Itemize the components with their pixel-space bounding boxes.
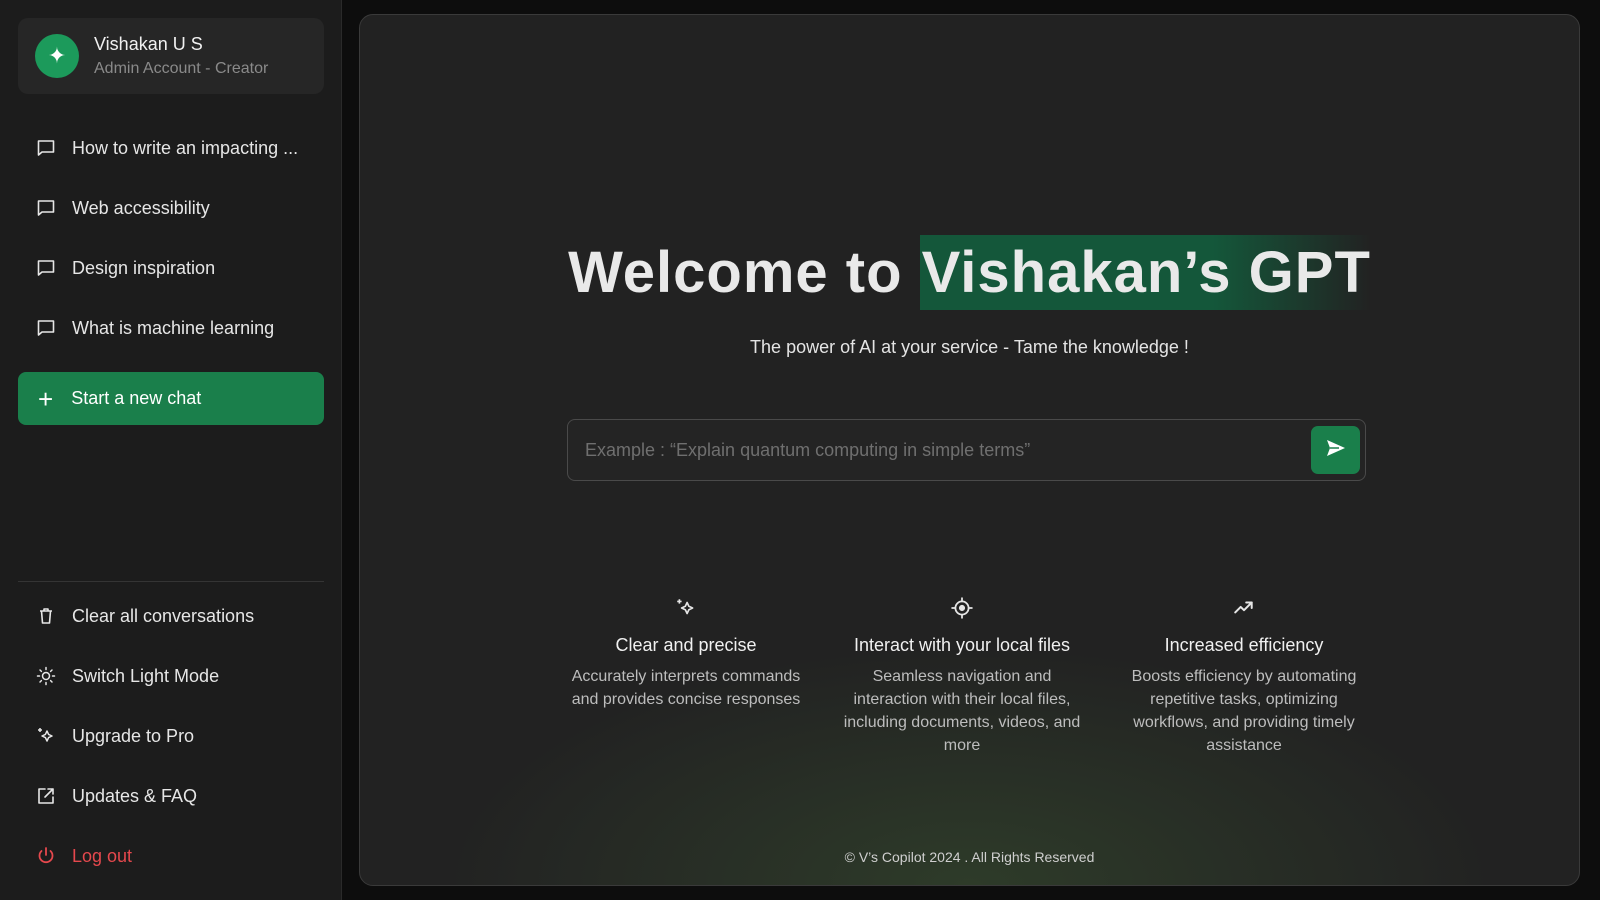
updates-faq-label: Updates & FAQ [72,785,198,806]
title-highlight: Vishakan’s GPT [919,235,1371,310]
profile-name: Vishakan U S [94,33,203,54]
switch-light-mode-button[interactable]: Switch Light Mode [18,654,324,698]
sparkle-icon: ✦ [47,43,67,68]
feature-card: Increased efficiency Boosts efficiency b… [1124,597,1364,757]
updates-faq-link[interactable]: Updates & FAQ [18,774,324,818]
profile-card[interactable]: ✦ Vishakan U S Admin Account - Creator [18,18,324,94]
history-item-label: Web accessibility [72,197,210,218]
trash-icon [36,606,56,626]
logout-label: Log out [72,845,133,866]
power-icon [36,846,56,866]
sun-icon [36,666,56,686]
clear-conversations-button[interactable]: Clear all conversations [18,594,324,638]
send-icon [1325,437,1347,464]
upgrade-pro-button[interactable]: Upgrade to Pro [18,714,324,758]
feature-description: Accurately interprets commands and provi… [571,668,801,708]
upgrade-pro-label: Upgrade to Pro [72,725,195,746]
sparkle-icon [36,726,56,746]
prompt-box [567,419,1366,481]
history-item-label: Design inspiration [72,257,216,278]
feature-title: Interact with your local files [853,635,1071,655]
new-chat-label: Start a new chat [71,388,202,408]
history-item[interactable]: Design inspiration [18,246,324,290]
footer-copyright: © V’s Copilot 2024 . All Rights Reserved [844,849,1095,865]
history-item[interactable]: How to write an impacting ... [18,126,324,170]
profile-text: Vishakan U S Admin Account - Creator [94,33,268,80]
chat-bubble-icon [36,318,56,338]
switch-light-mode-label: Switch Light Mode [72,665,220,686]
feature-description: Boosts efficiency by automating repetiti… [1131,668,1357,754]
chat-bubble-icon [36,138,56,158]
feature-card: Interact with your local files Seamless … [842,597,1082,757]
feature-title: Clear and precise [615,635,757,655]
send-button[interactable] [1311,426,1360,474]
prompt-input[interactable] [568,420,1288,480]
app-root: ✦ Vishakan U S Admin Account - Creator H… [0,0,1600,900]
page-subtitle: The power of AI at your service - Tame t… [750,337,1189,357]
external-link-icon [36,786,56,806]
new-chat-button[interactable]: + Start a new chat [18,372,324,425]
sparkle-icon [566,597,806,623]
plus-icon: + [38,383,54,414]
chat-bubble-icon [36,198,56,218]
feature-description: Seamless navigation and interaction with… [843,668,1081,754]
history-item-label: What is machine learning [72,317,275,338]
history-item-label: How to write an impacting ... [72,137,299,158]
main-panel: Welcome to Vishakan’s GPT The power of A… [359,14,1580,886]
history-item[interactable]: Web accessibility [18,186,324,230]
title-prefix: Welcome to [568,240,920,305]
sidebar: ✦ Vishakan U S Admin Account - Creator H… [0,0,342,900]
sidebar-divider [18,581,324,582]
history-item[interactable]: What is machine learning [18,306,324,350]
chat-bubble-icon [36,258,56,278]
avatar: ✦ [35,34,79,78]
trend-up-icon [1124,597,1364,623]
target-icon [842,597,1082,623]
feature-card: Clear and precise Accurately interprets … [566,597,806,711]
logout-button[interactable]: Log out [18,834,324,878]
profile-role: Admin Account - Creator [94,59,269,77]
clear-conversations-label: Clear all conversations [72,605,255,626]
feature-title: Increased efficiency [1164,635,1324,655]
page-title: Welcome to Vishakan’s GPT [360,235,1579,310]
